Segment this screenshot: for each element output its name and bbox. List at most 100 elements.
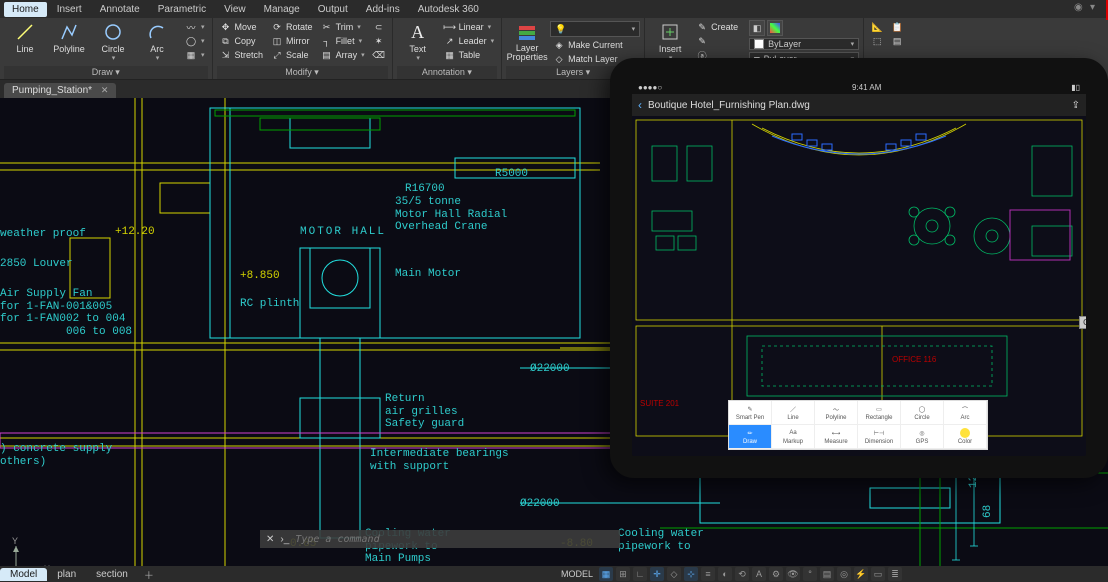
clean-screen-icon[interactable]: ▭ [871, 567, 885, 581]
polar-toggle-icon[interactable]: ✛ [650, 567, 664, 581]
draw-misc-3[interactable]: ▦▾ [182, 48, 208, 62]
util-3[interactable]: 📋 [888, 20, 906, 34]
copy-button[interactable]: ⧉Copy [217, 34, 267, 48]
tablet-office-label: OFFICE 116 [892, 356, 936, 364]
panel-draw-title[interactable]: Draw ▾ [4, 66, 208, 79]
table-button[interactable]: ▦Table [441, 48, 498, 62]
arc-icon [147, 22, 167, 42]
util-1[interactable]: 📐 [868, 20, 886, 34]
circle-button[interactable]: Circle▾ [92, 20, 134, 64]
smartpen-icon: ✎ [743, 404, 757, 414]
file-tab[interactable]: Pumping_Station* ✕ [4, 83, 116, 98]
color-combo[interactable]: ByLayer▾ [749, 38, 859, 50]
layout-model[interactable]: Model [0, 568, 47, 581]
tablet-share-icon[interactable]: ⇪ [1072, 100, 1080, 111]
tab-a360[interactable]: Autodesk 360 [410, 2, 487, 17]
polyline-button[interactable]: Polyline [48, 20, 90, 56]
match-props-icon[interactable]: ◧ [749, 20, 765, 36]
scale-button[interactable]: ⤢Scale [268, 48, 316, 62]
tab-view[interactable]: View [216, 2, 254, 17]
draw-misc-2[interactable]: ◯▾ [182, 34, 208, 48]
label-motorhall: MOTOR HALL [300, 226, 386, 239]
t-draw-icon: ✏ [743, 428, 757, 438]
rotate-button[interactable]: ⟳Rotate [268, 20, 316, 34]
hardware-accel-icon[interactable]: ⚡ [854, 567, 868, 581]
close-tab-icon[interactable]: ✕ [101, 85, 109, 95]
util-2[interactable]: ⬚ [868, 34, 886, 48]
base-icon: ▤ [891, 35, 903, 47]
trim-button[interactable]: ✂Trim▾ [318, 20, 368, 34]
command-line[interactable]: ✕ ›_ [260, 530, 620, 548]
lwt-toggle-icon[interactable]: ≡ [701, 567, 715, 581]
qprops-icon[interactable]: ▤ [820, 567, 834, 581]
util-4[interactable]: ▤ [888, 34, 906, 48]
panel-modify-title[interactable]: Modify ▾ [217, 66, 388, 79]
t-markup[interactable]: AaMarkup [772, 425, 815, 449]
fillet-button[interactable]: ┐Fillet▾ [318, 34, 368, 48]
make-current-button[interactable]: ◈Make Current [550, 38, 640, 52]
cmdline-chevron-icon[interactable]: ›_ [280, 534, 289, 545]
mirror-button[interactable]: ◫Mirror [268, 34, 316, 48]
move-button[interactable]: ✥Move [217, 20, 267, 34]
t-rectangle[interactable]: ▭Rectangle [858, 401, 901, 425]
array-button[interactable]: ▤Array▾ [318, 48, 368, 62]
chevron-down-icon[interactable]: ▾ [1090, 2, 1104, 16]
create-block-button[interactable]: ✎Create [693, 20, 741, 34]
ortho-toggle-icon[interactable]: ∟ [633, 567, 647, 581]
draw-misc-1[interactable]: 〰▾ [182, 20, 208, 34]
tab-output[interactable]: Output [310, 2, 356, 17]
tab-parametric[interactable]: Parametric [150, 2, 214, 17]
panel-annotation-title[interactable]: Annotation ▾ [397, 66, 498, 79]
anno-scale-icon[interactable]: A [752, 567, 766, 581]
workspace-icon[interactable]: ⚙ [769, 567, 783, 581]
t-color[interactable]: Color [944, 425, 987, 449]
otrack-toggle-icon[interactable]: ⊹ [684, 567, 698, 581]
tab-addins[interactable]: Add-ins [358, 2, 408, 17]
tab-manage[interactable]: Manage [256, 2, 308, 17]
snap-toggle-icon[interactable]: ⊞ [616, 567, 630, 581]
tablet-back-icon[interactable]: ‹ [638, 98, 642, 112]
block-misc-1[interactable]: ✎ [693, 34, 741, 48]
customize-icon[interactable]: ≣ [888, 567, 902, 581]
layer-properties-button[interactable]: Layer Properties [506, 20, 548, 64]
modify-misc-2[interactable]: ✶ [370, 34, 388, 48]
tab-insert[interactable]: Insert [49, 2, 90, 17]
t-dimension[interactable]: ⊢⊣Dimension [858, 425, 901, 449]
layout-add-icon[interactable]: ＋ [138, 567, 160, 582]
bullet-icon[interactable]: ◉ [1074, 2, 1088, 16]
osnap-toggle-icon[interactable]: ◇ [667, 567, 681, 581]
cmdline-close-icon[interactable]: ✕ [266, 534, 274, 545]
modify-misc-3[interactable]: ⌫ [370, 48, 388, 62]
units-icon[interactable]: ° [803, 567, 817, 581]
anno-monitor-icon[interactable]: 👁 [786, 567, 800, 581]
t-measure[interactable]: ⟷Measure [815, 425, 858, 449]
t-gps[interactable]: ◎GPS [901, 425, 944, 449]
command-input[interactable] [295, 534, 614, 545]
t-polyline[interactable]: 〜Polyline [815, 401, 858, 425]
tab-home[interactable]: Home [4, 2, 47, 17]
layer-combo[interactable]: 💡▾ [550, 21, 640, 37]
t-line[interactable]: ／Line [772, 401, 815, 425]
arc-button[interactable]: Arc▾ [136, 20, 178, 64]
linear-dim-button[interactable]: ⟼Linear▾ [441, 20, 498, 34]
t-arc[interactable]: ⌒Arc [944, 401, 987, 425]
bycolor-swatch[interactable] [767, 20, 783, 36]
t-smartpen[interactable]: ✎Smart Pen [729, 401, 772, 425]
t-circle[interactable]: ◯Circle [901, 401, 944, 425]
modify-misc-1[interactable]: ⊂ [370, 20, 388, 34]
layout-section[interactable]: section [86, 568, 138, 581]
isolate-icon[interactable]: ◎ [837, 567, 851, 581]
line-button[interactable]: Line [4, 20, 46, 56]
text-button[interactable]: A Text▾ [397, 20, 439, 64]
leader-button[interactable]: ↗Leader▾ [441, 34, 498, 48]
label-cooling2: Cooling water pipework to [618, 528, 704, 553]
cycling-icon[interactable]: ⟲ [735, 567, 749, 581]
transparency-icon[interactable]: ◐ [718, 567, 732, 581]
status-model-label[interactable]: MODEL [558, 569, 596, 579]
stretch-button[interactable]: ⇲Stretch [217, 48, 267, 62]
tab-annotate[interactable]: Annotate [92, 2, 148, 17]
t-draw[interactable]: ✏Draw [729, 425, 772, 449]
layout-plan[interactable]: plan [47, 568, 86, 581]
grid-toggle-icon[interactable]: ▦ [599, 567, 613, 581]
tablet-canvas[interactable]: SUITE 201 OFFICE 116 GM ✎Smart Pen ／Line… [632, 116, 1086, 456]
